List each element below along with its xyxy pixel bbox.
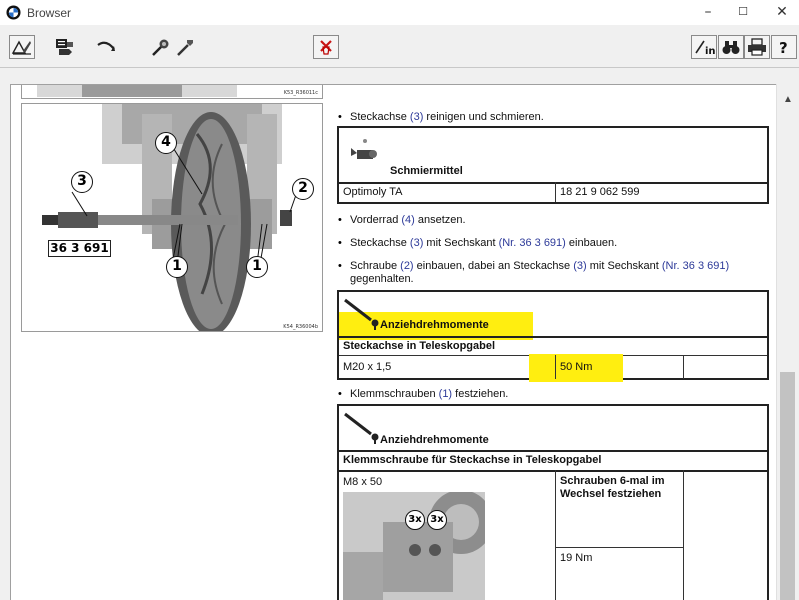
close-button[interactable]: ✕	[760, 0, 799, 26]
step-1-text: Steckachse (3) reinigen und schmieren.	[350, 111, 544, 124]
step-4-text: Schraube (2) einbauen, dabei an Steckach…	[350, 260, 729, 273]
step-5-pre: Klemmschrauben	[350, 388, 439, 400]
step-3-mid: mit Sechskant	[423, 237, 499, 249]
lubricant-number: 18 21 9 062 599	[560, 186, 640, 198]
torque-wrench-icon	[344, 412, 379, 444]
document-hand-button[interactable]	[51, 35, 77, 59]
step-3-pre: Steckachse	[350, 237, 410, 249]
document-view: K53_R36011c 4 3 2 1 1 36 3 691 K54_R3600…	[10, 84, 776, 600]
step-4-line2: gegenhalten.	[350, 273, 414, 285]
toolbar: in ?	[0, 26, 799, 68]
wheel-figure: 4 3 2 1 1 36 3 691 K54_R36004b	[21, 103, 323, 332]
callout-3x-right: 3x	[427, 510, 447, 530]
callout-3: 3	[71, 171, 93, 193]
callout-1-right: 1	[246, 256, 268, 278]
torque-box-2: Anziehdrehmomente Klemmschraube für Stec…	[337, 404, 769, 600]
torque-heading-1: Anziehdrehmomente	[380, 319, 489, 331]
window-title: Browser	[27, 6, 72, 20]
wrench-button[interactable]	[173, 35, 199, 59]
scroll-up-arrow-icon[interactable]: ▲	[777, 94, 799, 112]
callout-2: 2	[292, 178, 314, 200]
bullet: •	[338, 237, 342, 249]
ref-link-2[interactable]: (2)	[400, 260, 413, 272]
ref-link-4[interactable]: (4)	[401, 214, 414, 226]
arrow-return-icon	[97, 41, 115, 51]
ref-link-3[interactable]: (3)	[410, 111, 423, 123]
tools-button[interactable]	[148, 35, 174, 59]
bullet: •	[338, 260, 342, 272]
help-button[interactable]: ?	[771, 35, 797, 59]
scrollbar-thumb[interactable]	[780, 372, 795, 600]
step-1-post: reinigen und schmieren.	[423, 111, 544, 123]
vertical-scrollbar[interactable]: ▲	[776, 84, 799, 600]
step-1-pre: Steckachse	[350, 111, 410, 123]
title-bar: Browser – ☐ ✕	[0, 0, 799, 26]
step-5-post: festziehen.	[452, 388, 509, 400]
binoculars-icon	[722, 41, 740, 54]
clamp-screw-photo: 3x 3x	[343, 492, 485, 600]
callout-3x-left: 3x	[405, 510, 425, 530]
tools-icon	[152, 39, 169, 56]
book-edit-button[interactable]	[9, 35, 35, 59]
previous-figure-code: K53_R36011c	[283, 90, 318, 96]
torque-spec-1: M20 x 1,5	[343, 361, 392, 373]
previous-figure: K53_R36011c	[21, 85, 323, 99]
torque-note-2: Schrauben 6-mal im Wechsel festziehen	[560, 475, 665, 500]
login-button[interactable]: in	[691, 35, 717, 59]
step-3-text: Steckachse (3) mit Sechskant (Nr. 36 3 6…	[350, 237, 617, 250]
bullet: •	[338, 111, 342, 123]
bmw-logo-icon	[6, 5, 21, 20]
bullet: •	[338, 388, 342, 400]
torque-value-1: 50 Nm	[560, 361, 593, 373]
print-icon	[748, 38, 766, 56]
lubricant-icon	[351, 139, 377, 159]
torque-spec-2: M8 x 50	[343, 476, 383, 488]
torque-value-2: 19 Nm	[560, 552, 593, 564]
wrench-icon	[177, 40, 193, 56]
arrow-return-button[interactable]	[93, 35, 119, 59]
step-4-mid2: mit Sechskant	[586, 260, 662, 272]
ref-link-3[interactable]: (3)	[410, 237, 423, 249]
help-icon: ?	[779, 39, 788, 57]
lubricant-heading: Schmiermittel	[390, 165, 463, 177]
no-tool-icon	[320, 40, 332, 55]
step-2-pre: Vorderrad	[350, 214, 402, 226]
step-2-post: ansetzen.	[414, 214, 466, 226]
step-3-post: einbauen.	[565, 237, 618, 249]
document-hand-icon	[56, 39, 73, 55]
svg-text:in: in	[705, 46, 715, 57]
torque-wrench-icon	[344, 298, 379, 330]
callout-1-left: 1	[166, 256, 188, 278]
torque-row-title-1: Steckachse in Teleskopgabel	[343, 340, 496, 352]
ref-link-1[interactable]: (1)	[439, 388, 452, 400]
part-number-label: 36 3 691	[48, 240, 111, 257]
step-5-text: Klemmschrauben (1) festziehen.	[350, 388, 508, 401]
callout-4: 4	[155, 132, 177, 154]
tool-link[interactable]: (Nr. 36 3 691)	[499, 237, 566, 249]
no-tool-button[interactable]	[313, 35, 339, 59]
search-button[interactable]	[718, 35, 744, 59]
svg-text:?: ?	[779, 39, 788, 57]
torque-heading-2: Anziehdrehmomente	[380, 434, 489, 446]
tool-link[interactable]: (Nr. 36 3 691)	[662, 260, 729, 272]
book-edit-icon	[11, 40, 31, 55]
clamp-screw-drawing	[343, 492, 485, 600]
previous-figure-drawing	[37, 85, 237, 97]
login-icon: in	[695, 40, 715, 57]
lubricant-box: Schmiermittel Optimoly TA 18 21 9 062 59…	[337, 126, 769, 204]
maximize-button[interactable]: ☐	[721, 0, 765, 26]
print-button[interactable]	[744, 35, 770, 59]
step-4-mid1: einbauen, dabei an Steckachse	[413, 260, 574, 272]
torque-box-1: Anziehdrehmomente Steckachse in Teleskop…	[337, 290, 769, 382]
figure-code: K54_R36004b	[283, 324, 318, 330]
lubricant-name: Optimoly TA	[343, 186, 403, 198]
step-2-text: Vorderrad (4) ansetzen.	[350, 214, 466, 227]
torque-row-title-2: Klemmschraube für Steckachse in Teleskop…	[343, 454, 602, 466]
step-4-pre: Schraube	[350, 260, 401, 272]
ref-link-3[interactable]: (3)	[573, 260, 586, 272]
bullet: •	[338, 214, 342, 226]
